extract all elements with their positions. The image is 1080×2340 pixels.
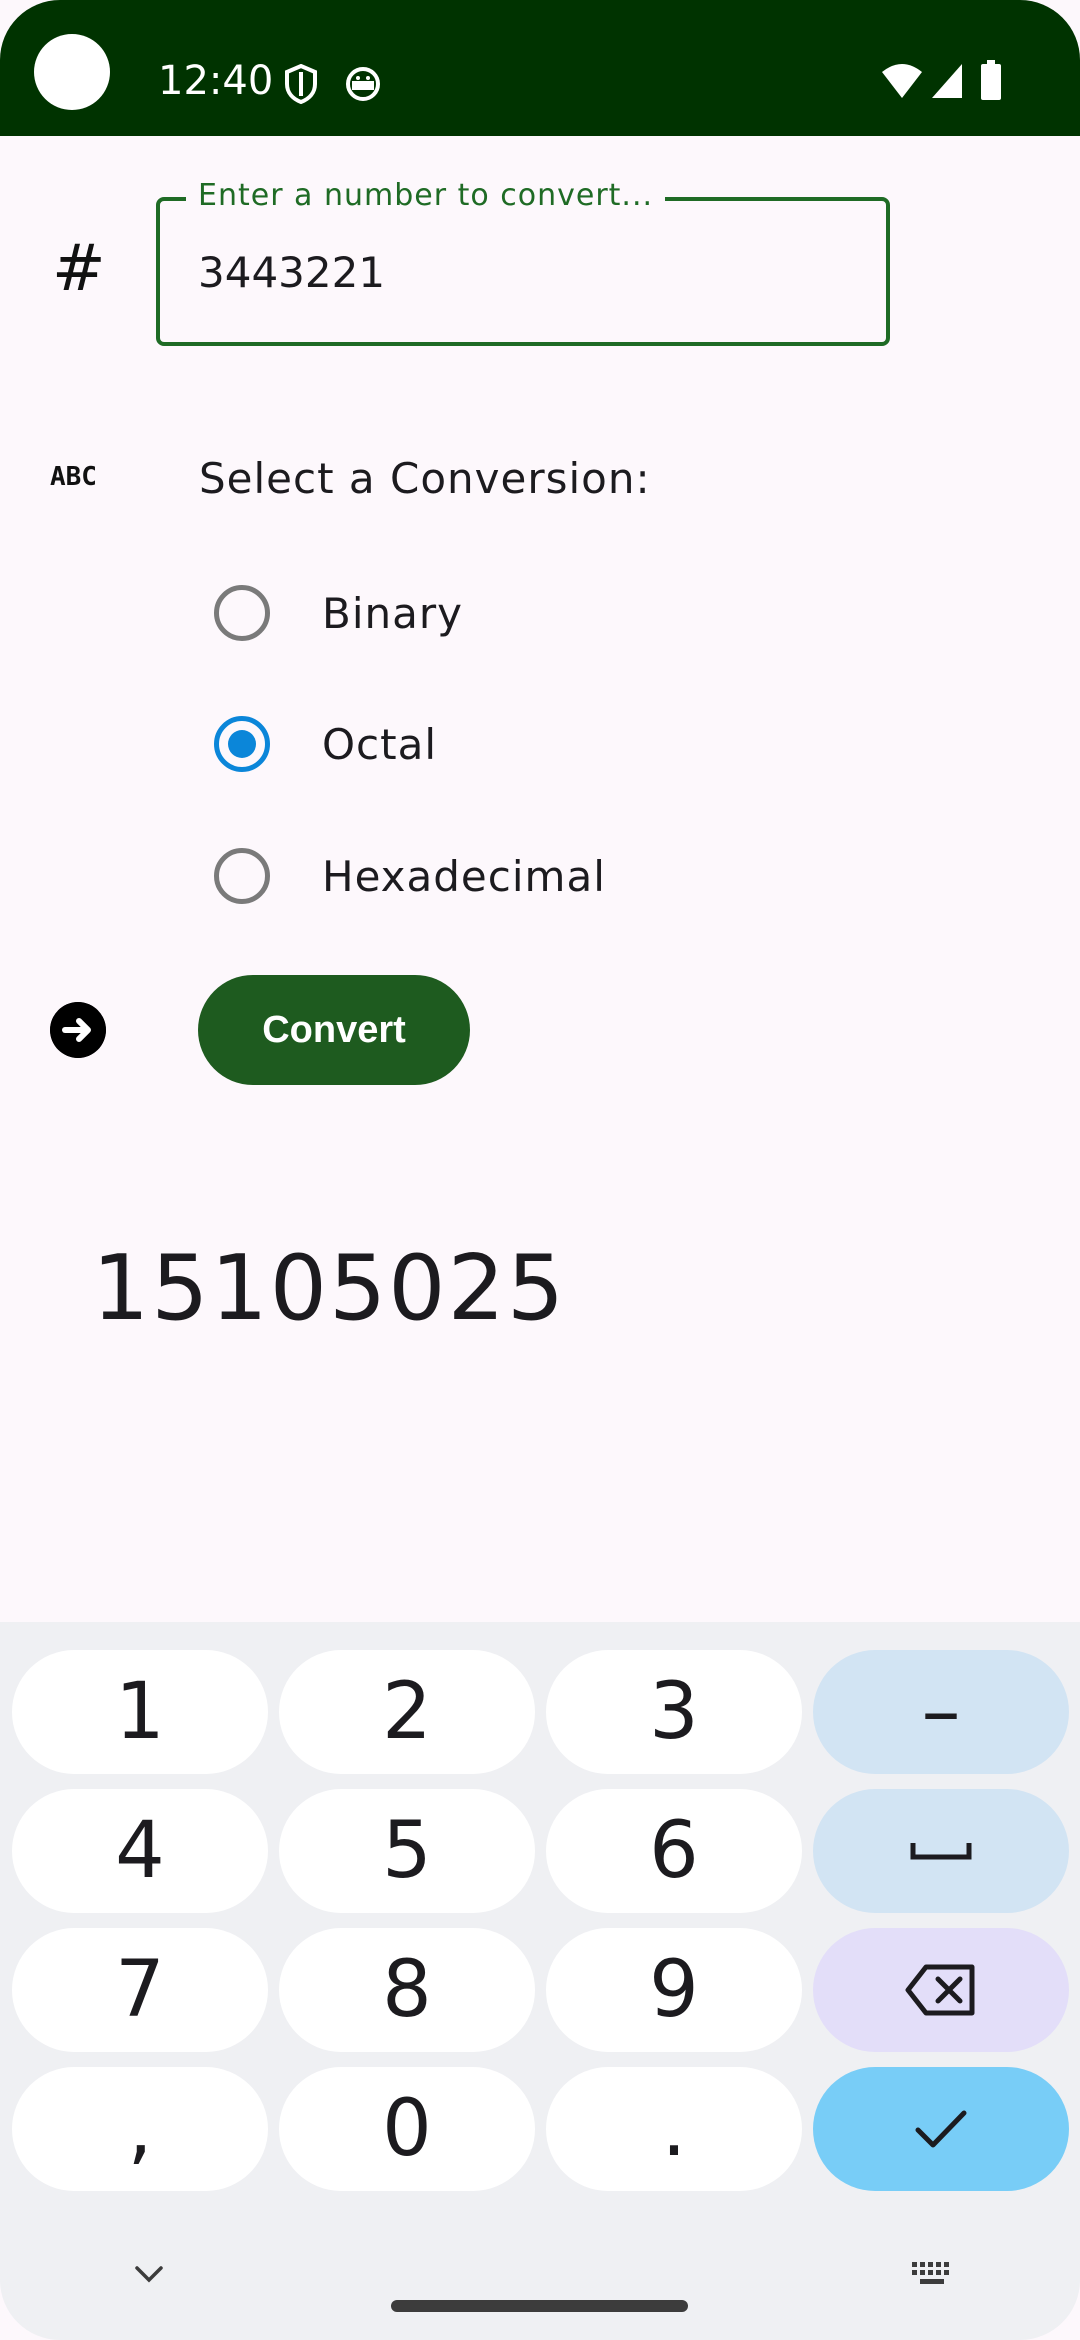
radio-label: Binary <box>322 588 463 638</box>
key-8[interactable]: 8 <box>279 1928 535 2052</box>
status-time: 12:40 <box>158 58 274 104</box>
radio-option-hexadecimal[interactable]: Hexadecimal <box>214 846 606 906</box>
abc-icon: ABC <box>50 462 97 492</box>
radio-label: Hexadecimal <box>322 851 606 901</box>
backspace-icon <box>905 1964 975 2016</box>
key-4[interactable]: 4 <box>12 1789 268 1913</box>
camera-cutout <box>34 34 110 110</box>
keyboard-switch-icon[interactable] <box>910 2260 954 2288</box>
radio-option-octal[interactable]: Octal <box>214 714 437 774</box>
radio-button-selected[interactable] <box>214 716 270 772</box>
number-input-label: Enter a number to convert... <box>186 178 666 213</box>
status-bar: 12:40 <box>0 0 1080 136</box>
key-9[interactable]: 9 <box>546 1928 802 2052</box>
conversion-result: 15105025 <box>92 1236 567 1341</box>
battery-icon <box>981 60 1001 100</box>
key-comma[interactable]: , <box>12 2067 268 2191</box>
numeric-keyboard: 1 2 3 – 4 5 6 7 8 9 , 0 . <box>0 1622 1080 2340</box>
key-backspace[interactable] <box>813 1928 1069 2052</box>
key-enter[interactable] <box>813 2067 1069 2191</box>
space-icon <box>910 1843 972 1860</box>
radio-option-binary[interactable]: Binary <box>214 583 463 643</box>
home-indicator[interactable] <box>391 2300 688 2312</box>
number-icon: # <box>52 232 106 306</box>
key-5[interactable]: 5 <box>279 1789 535 1913</box>
wifi-icon <box>882 64 922 98</box>
convert-button[interactable]: Convert <box>198 975 470 1085</box>
conversion-heading: Select a Conversion: <box>199 454 651 503</box>
signal-icon <box>932 64 962 98</box>
android-debug-icon <box>346 67 380 101</box>
key-space[interactable] <box>813 1789 1069 1913</box>
key-6[interactable]: 6 <box>546 1789 802 1913</box>
chevron-down-icon[interactable] <box>134 2264 164 2284</box>
radio-button[interactable] <box>214 848 270 904</box>
key-dot[interactable]: . <box>546 2067 802 2191</box>
key-3[interactable]: 3 <box>546 1650 802 1774</box>
key-0[interactable]: 0 <box>279 2067 535 2191</box>
radio-button[interactable] <box>214 585 270 641</box>
radio-label: Octal <box>322 719 438 769</box>
key-1[interactable]: 1 <box>12 1650 268 1774</box>
key-7[interactable]: 7 <box>12 1928 268 2052</box>
number-input-value[interactable]: 3443221 <box>198 248 385 297</box>
key-2[interactable]: 2 <box>279 1650 535 1774</box>
checkmark-icon <box>915 2110 967 2148</box>
shield-icon <box>285 64 317 104</box>
arrow-right-circle-icon <box>50 1002 106 1058</box>
key-dash[interactable]: – <box>813 1650 1069 1774</box>
